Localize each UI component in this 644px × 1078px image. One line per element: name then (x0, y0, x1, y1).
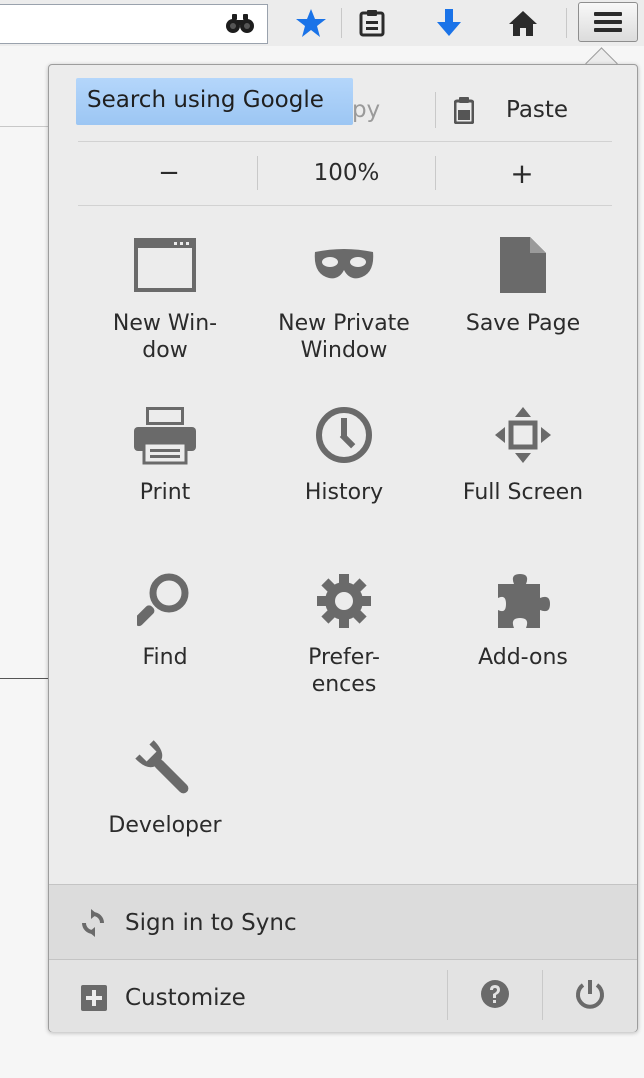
print-button[interactable]: Print (80, 400, 250, 510)
menu-divider (78, 205, 612, 206)
hamburger-menu-icon[interactable] (578, 2, 638, 42)
new-private-window-button[interactable]: New Private Window (259, 230, 429, 370)
power-icon (574, 978, 606, 1014)
help-icon (480, 979, 510, 1013)
paste-button[interactable]: Paste (436, 92, 596, 130)
preferences-label: Prefer- ences (308, 645, 380, 697)
search-tooltip: Search using Google (76, 78, 353, 125)
save-page-button[interactable]: Save Page (438, 230, 608, 370)
bookmark-star-icon[interactable] (295, 8, 327, 38)
zoom-out-button[interactable]: − (84, 158, 254, 188)
new-private-window-label: New Private Window (278, 311, 410, 363)
menu-divider (78, 141, 612, 142)
preferences-button[interactable]: Prefer- ences (259, 566, 429, 706)
mask-icon (259, 230, 429, 300)
new-window-label: New Win- dow (112, 311, 218, 363)
new-window-button[interactable]: New Win- dow (80, 230, 250, 370)
tooltip-text: Search using Google (87, 87, 324, 113)
plus-square-icon (81, 985, 107, 1015)
full-screen-button[interactable]: Full Screen (438, 400, 608, 510)
toolbar-separator (341, 8, 342, 38)
download-arrow-icon[interactable] (433, 8, 465, 38)
home-icon[interactable] (507, 8, 539, 38)
zoom-reset-button[interactable]: 100% (258, 160, 435, 186)
content-divider (0, 678, 50, 679)
sync-icon (79, 909, 107, 941)
page-icon (438, 230, 608, 300)
magnifier-icon (80, 566, 250, 636)
window-icon (80, 230, 250, 300)
page-content-bottom (0, 1032, 644, 1078)
clock-icon (259, 400, 429, 470)
toolbar-separator (566, 8, 567, 38)
gear-icon (259, 566, 429, 636)
history-label: History (304, 480, 384, 505)
binoculars-icon[interactable] (224, 8, 256, 38)
search-bar[interactable] (0, 4, 268, 44)
sign-in-to-sync-button[interactable]: Sign in to Sync (49, 884, 637, 960)
zoom-in-button[interactable]: + (436, 157, 608, 190)
quit-button[interactable] (543, 960, 637, 1032)
wrench-icon (80, 735, 250, 805)
print-label: Print (139, 480, 191, 505)
reading-list-icon[interactable] (356, 8, 388, 38)
printer-icon (80, 400, 250, 470)
find-label: Find (142, 645, 188, 670)
history-button[interactable]: History (259, 400, 429, 510)
customize-button[interactable]: Customize (49, 960, 447, 1032)
save-page-label: Save Page (465, 311, 581, 336)
clipboard-icon (453, 96, 475, 128)
customize-label: Customize (125, 985, 246, 1011)
help-button[interactable] (448, 960, 542, 1032)
addons-button[interactable]: Add-ons (438, 566, 608, 686)
menu-footer: Customize (49, 959, 637, 1032)
full-screen-label: Full Screen (462, 480, 584, 505)
addons-label: Add-ons (478, 645, 568, 670)
full-screen-arrows-icon (438, 400, 608, 470)
paste-label: Paste (506, 97, 569, 123)
puzzle-piece-icon (438, 566, 608, 636)
developer-button[interactable]: Developer (80, 735, 250, 845)
content-divider (0, 126, 50, 127)
find-button[interactable]: Find (80, 566, 250, 686)
developer-label: Developer (108, 813, 222, 838)
sync-label: Sign in to Sync (125, 910, 297, 936)
